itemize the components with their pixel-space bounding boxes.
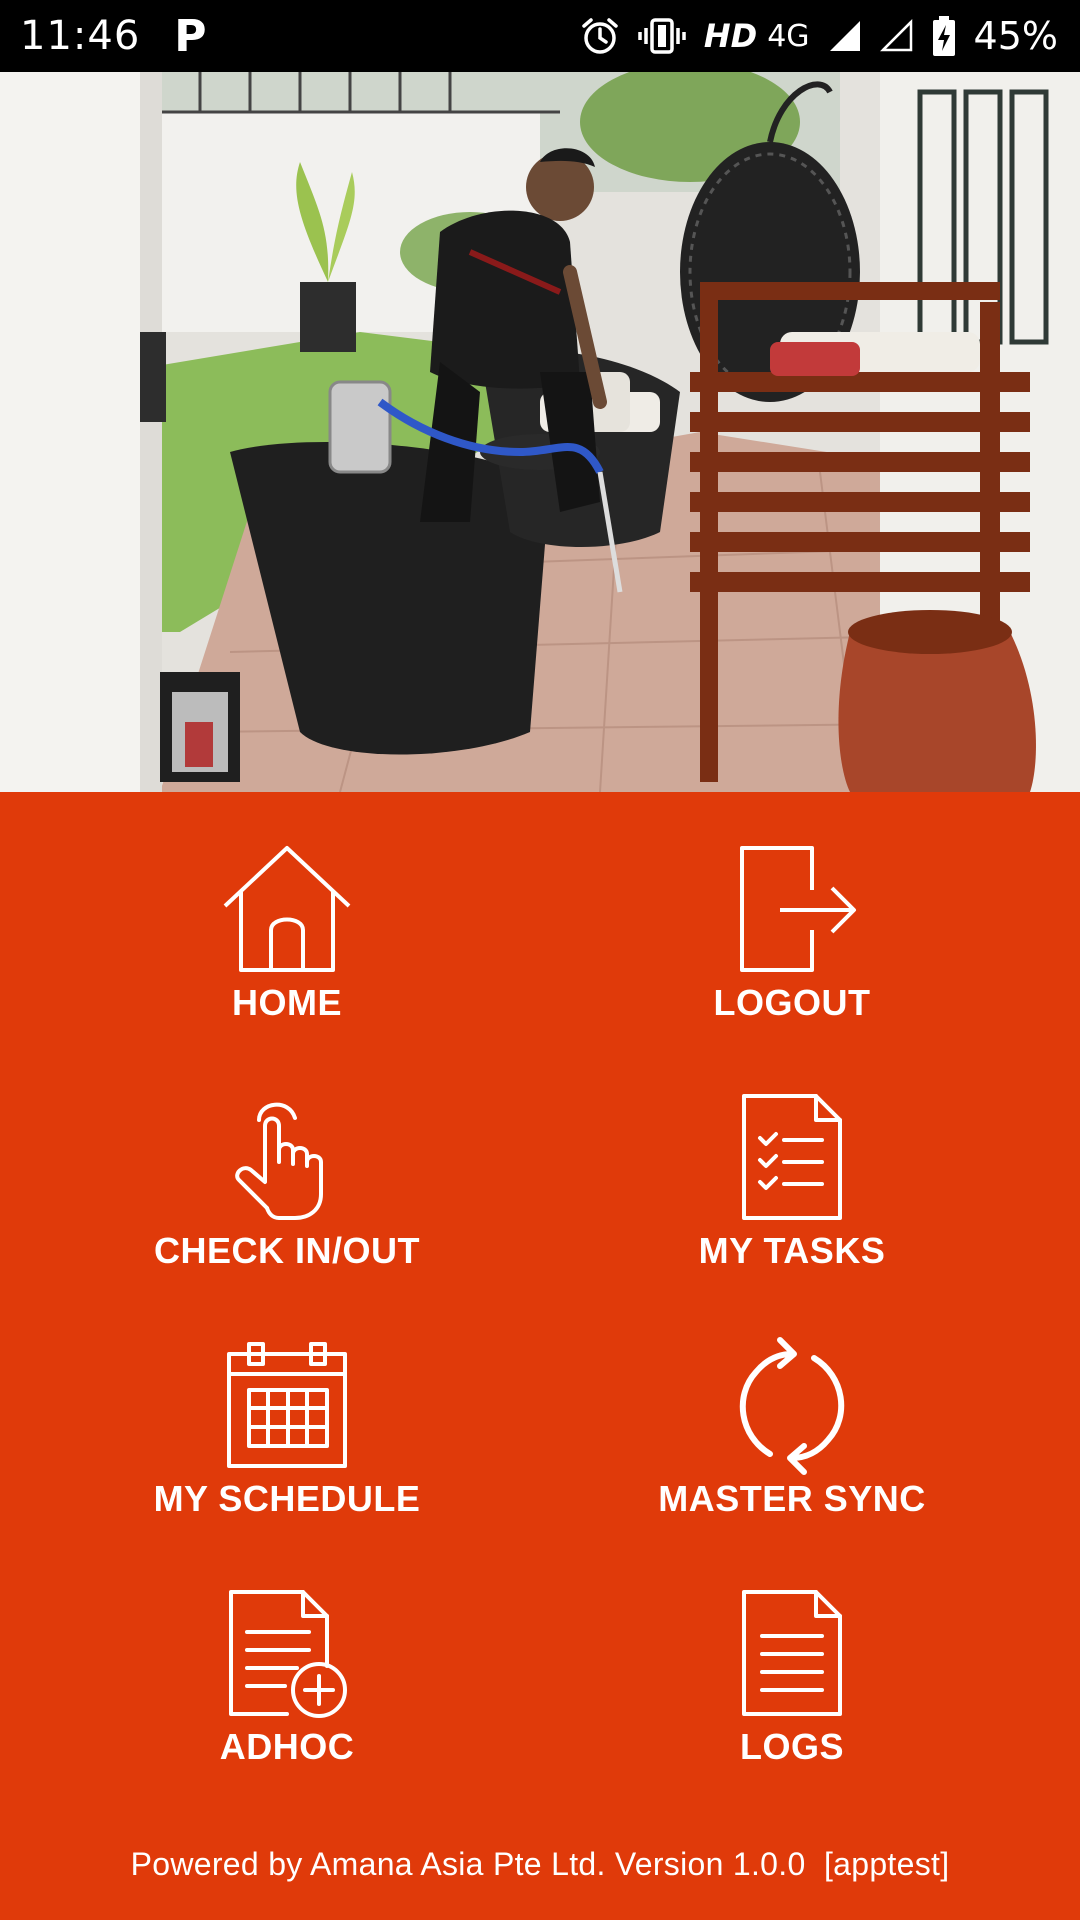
hd-indicator: HD	[703, 17, 758, 55]
document-add-icon	[217, 1584, 357, 1724]
task-list-icon	[722, 1088, 862, 1228]
notification-p-icon: P	[174, 10, 207, 62]
logout-label: LOGOUT	[713, 982, 871, 1023]
check-in-out-button[interactable]: CHECK IN/OUT	[77, 1088, 497, 1288]
document-icon	[722, 1584, 862, 1724]
my-schedule-button[interactable]: MY SCHEDULE	[77, 1336, 497, 1536]
status-bar: 11:46 P HD 4G 45%	[0, 0, 1080, 72]
home-icon	[217, 840, 357, 980]
battery-percent: 45%	[973, 14, 1058, 58]
logout-button[interactable]: LOGOUT	[582, 840, 1002, 1040]
hero-photo	[0, 72, 1080, 792]
vibrate-icon	[638, 16, 686, 56]
check-in-out-label: CHECK IN/OUT	[154, 1230, 420, 1271]
status-time: 11:46	[20, 13, 141, 59]
battery-charging-icon	[932, 15, 956, 57]
adhoc-button[interactable]: ADHOC	[77, 1584, 497, 1784]
my-schedule-label: MY SCHEDULE	[153, 1478, 421, 1519]
home-button[interactable]: HOME	[77, 840, 497, 1040]
master-sync-label: MASTER SYNC	[658, 1478, 926, 1519]
tap-hand-icon	[217, 1088, 357, 1228]
signal-empty-icon	[879, 19, 914, 53]
logs-label: LOGS	[739, 1726, 844, 1767]
sync-icon	[722, 1336, 862, 1476]
signal-icon	[828, 19, 862, 53]
adhoc-label: ADHOC	[219, 1726, 355, 1767]
network-type: 4G	[767, 18, 810, 54]
alarm-icon	[580, 16, 620, 56]
logs-button[interactable]: LOGS	[582, 1584, 1002, 1784]
home-label: HOME	[232, 982, 342, 1023]
my-tasks-label: MY TASKS	[698, 1230, 886, 1271]
main-menu: HOME LOGOUT CHECK IN/OUT MY TASKS MY SCH…	[0, 792, 1080, 1832]
my-tasks-button[interactable]: MY TASKS	[582, 1088, 1002, 1288]
master-sync-button[interactable]: MASTER SYNC	[582, 1336, 1002, 1536]
logout-icon	[722, 840, 862, 980]
footer-version-text: Powered by Amana Asia Pte Ltd. Version 1…	[130, 1846, 950, 1882]
calendar-icon	[217, 1336, 357, 1476]
